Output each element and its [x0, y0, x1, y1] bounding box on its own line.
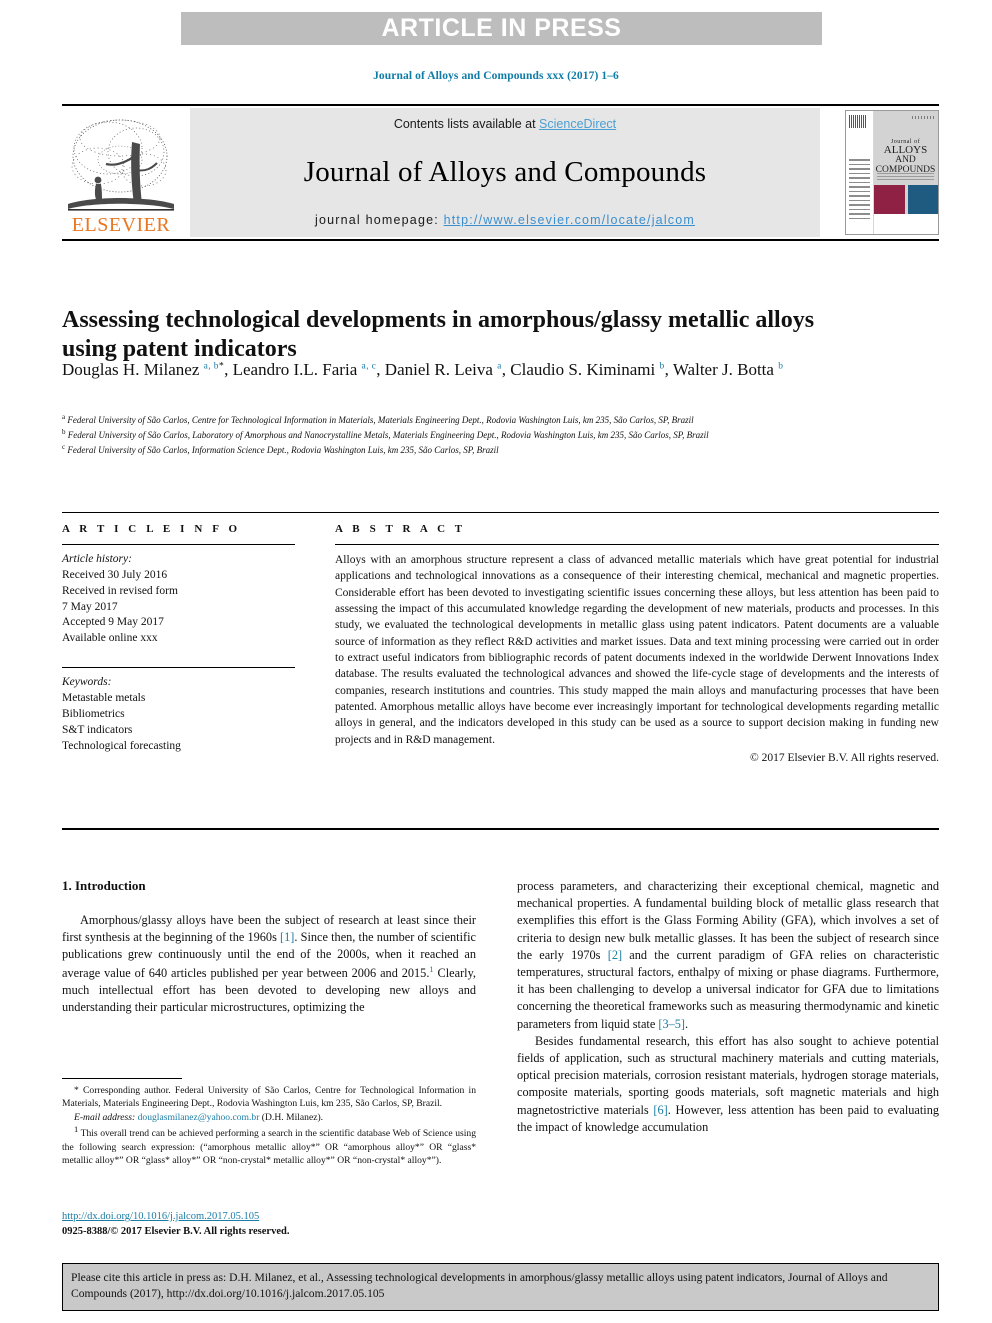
sciencedirect-link[interactable]: ScienceDirect [539, 117, 616, 131]
article-info-heading: A R T I C L E I N F O [62, 523, 241, 535]
citation-footer-box: Please cite this article in press as: D.… [62, 1263, 939, 1311]
abstract-column: A B S T R A C T Alloys with an amorphous… [335, 523, 939, 764]
cover-subtitle-marks [877, 171, 934, 180]
info-abstract-band: A R T I C L E I N F O Article history: R… [62, 512, 939, 830]
journal-title: Journal of Alloys and Compounds [303, 155, 707, 188]
section-heading-introduction: 1. Introduction [62, 878, 146, 893]
cover-contents-lines [849, 159, 870, 222]
introduction-paragraph-left: Amorphous/glassy alloys have been the su… [62, 913, 477, 1015]
cover-barcode-icon [849, 115, 866, 128]
elsevier-logo: ELSEVIER [62, 108, 180, 237]
introduction-paragraph-right-2: Besides fundamental research, this effor… [517, 1033, 939, 1134]
article-history-item: Available online xxx [62, 632, 158, 645]
affiliation-c-text: Federal University of São Carlos, Inform… [67, 445, 499, 456]
abstract-text: Alloys with an amorphous structure repre… [335, 554, 939, 746]
footnote-corresponding-author: * Corresponding author. Federal Universi… [62, 1085, 476, 1110]
affiliation-b: b Federal University of São Carlos, Labo… [62, 427, 922, 442]
article-history-item: Received 30 July 2016 [62, 568, 168, 581]
doi-link[interactable]: http://dx.doi.org/10.1016/j.jalcom.2017.… [62, 1211, 259, 1222]
cover-color-block-blue [908, 185, 938, 215]
footnote-note-1: 1 This overall trend can be achieved per… [62, 1124, 476, 1167]
article-history-block: Article history: Received 30 July 2016 R… [62, 552, 295, 647]
journal-homepage-prefix: journal homepage: [314, 213, 444, 227]
footnote-email: E-mail address: douglasmilanez@yahoo.com… [74, 1111, 324, 1123]
body-column-right: process parameters, and characterizing t… [517, 878, 939, 1136]
article-history-item: Accepted 9 May 2017 [62, 616, 164, 629]
issn-copyright-line: 0925-8388/© 2017 Elsevier B.V. All right… [62, 1226, 290, 1238]
running-citation-line: Journal of Alloys and Compounds xxx (201… [373, 70, 619, 82]
article-history-label: Article history: [62, 553, 132, 565]
article-info-column: A R T I C L E I N F O Article history: R… [62, 523, 295, 754]
cover-bottom-band [874, 214, 938, 234]
affiliation-a-text: Federal University of São Carlos, Centre… [67, 415, 694, 425]
footnote-block: * Corresponding author. Federal Universi… [62, 1078, 476, 1168]
author-list: Douglas H. Milanez a, b*, Leandro I.L. F… [62, 360, 784, 379]
journal-header-block: Contents lists available at ScienceDirec… [190, 108, 820, 237]
affiliation-b-text: Federal University of São Carlos, Labora… [67, 430, 709, 441]
page-title: Assessing technological developments in … [62, 307, 815, 363]
journal-masthead: ELSEVIER Contents lists available at Sci… [62, 104, 939, 241]
abstract-rule [335, 544, 939, 545]
article-history-item: 7 May 2017 [62, 600, 118, 613]
contents-lists-line: Contents lists available at ScienceDirec… [394, 117, 616, 131]
article-in-press-banner: ARTICLE IN PRESS [181, 12, 822, 45]
journal-homepage-link[interactable]: http://www.elsevier.com/locate/jalcom [444, 213, 695, 227]
affiliation-a: a Federal University of São Carlos, Cent… [62, 412, 922, 427]
affiliation-mark-a: a [62, 413, 66, 421]
keywords-block: Keywords: Metastable metals Bibliometric… [62, 675, 295, 754]
footnote-rule [62, 1078, 182, 1079]
cover-issn-marks [912, 116, 934, 119]
keyword-item: Metastable metals [62, 692, 146, 705]
body-column-left: 1. Introduction Amorphous/glassy alloys … [62, 878, 476, 1016]
keywords-label: Keywords: [62, 676, 112, 689]
keyword-item: Technological forecasting [62, 739, 181, 752]
affiliation-c: c Federal University of São Carlos, Info… [62, 442, 922, 457]
journal-cover-thumbnail: Journal of ALLOYS AND COMPOUNDS [845, 110, 939, 235]
affiliation-list: a Federal University of São Carlos, Cent… [62, 412, 922, 457]
doi-block: http://dx.doi.org/10.1016/j.jalcom.2017.… [62, 1209, 492, 1239]
elsevier-wordmark: ELSEVIER [71, 214, 171, 236]
journal-homepage-line: journal homepage: http://www.elsevier.co… [315, 213, 695, 227]
cover-color-block-maroon [874, 185, 905, 215]
abstract-copyright: © 2017 Elsevier B.V. All rights reserved… [750, 751, 939, 764]
keyword-item: S&T indicators [62, 723, 133, 736]
keyword-item: Bibliometrics [62, 707, 125, 720]
article-in-press-label: ARTICLE IN PRESS [381, 14, 622, 42]
article-info-rule [62, 544, 295, 545]
contents-lists-prefix: Contents lists available at [393, 117, 540, 131]
affiliation-mark-b: b [62, 428, 66, 437]
affiliation-mark-c: c [62, 443, 66, 452]
keywords-rule [62, 667, 295, 669]
introduction-paragraph-right-1: process parameters, and characterizing t… [517, 879, 940, 1031]
citation-footer-text: Please cite this article in press as: D.… [71, 1271, 888, 1300]
abstract-heading: A B S T R A C T [335, 523, 466, 535]
article-history-item: Received in revised form [62, 584, 178, 597]
